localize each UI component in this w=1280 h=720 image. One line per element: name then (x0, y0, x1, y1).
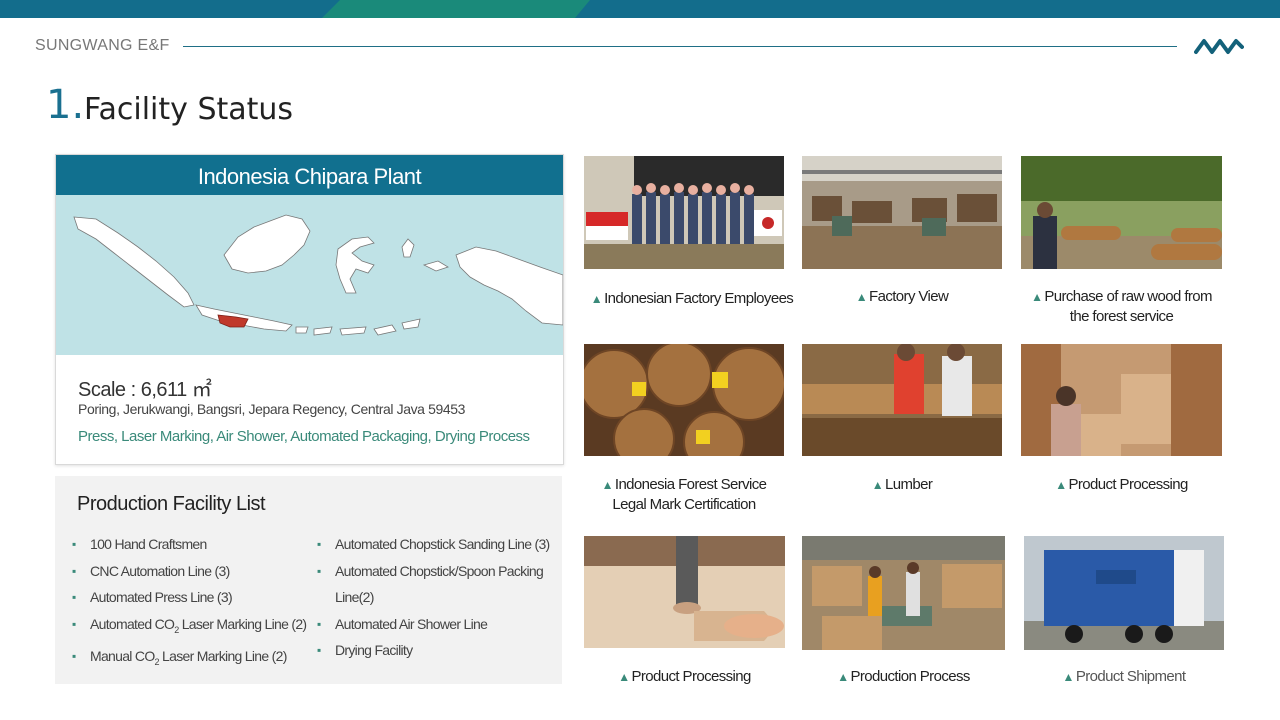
list-item: ▪ Automated Air Shower Line (317, 611, 557, 638)
caption-product-shipment: ▲ Product Shipment (1062, 668, 1187, 685)
list-item: ▪ Automated Chopstick Sanding Line (3) (317, 531, 557, 558)
plant-name: Indonesia Chipara Plant (56, 155, 563, 195)
triangle-icon: ▲ (601, 478, 614, 492)
list-item: ▪ Automated CO2 Laser Marking Line (2) (72, 611, 312, 643)
bullet-icon: ▪ (317, 563, 321, 578)
list-item: ▪ Manual CO2 Laser Marking Line (2) (72, 643, 312, 675)
bullet-icon: ▪ (72, 590, 76, 604)
header-divider (183, 46, 1177, 47)
triangle-icon: ▲ (1062, 670, 1075, 684)
list-item: ▪ CNC Automation Line (3) (72, 558, 312, 585)
photo-factory-employees (584, 156, 784, 269)
section-number: 1. (46, 82, 85, 128)
caption-legal-mark-certification: ▲ Indonesia Forest Service Legal Mark Cer… (601, 476, 767, 513)
photo-product-shipment (1024, 536, 1224, 650)
list-item: ▪ 100 Hand Craftsmen (72, 531, 312, 558)
facility-list-right: ▪ Automated Chopstick Sanding Line (3) ▪ A… (317, 531, 557, 664)
brand-name: SUNGWANG E&F (35, 37, 170, 54)
caption-product-processing-1: ▲ Product Processing (1055, 476, 1188, 493)
page-title: Facility Status (84, 92, 294, 127)
list-item: ▪ Drying Facility (317, 637, 557, 664)
plant-features: Press, Laser Marking, Air Shower, Automa… (78, 428, 530, 445)
photo-product-processing-2 (584, 536, 785, 648)
triangle-icon: ▲ (1031, 290, 1043, 304)
caption-production-process: ▲ Production Process (837, 668, 970, 685)
bullet-icon: ▪ (317, 643, 321, 657)
triangle-icon: ▲ (855, 290, 868, 304)
photo-raw-wood-purchase (1021, 156, 1222, 269)
plant-card: Indonesia Chipara Plant Scale : 6,611 ㎡ … (55, 154, 564, 465)
bullet-icon: ▪ (317, 537, 321, 551)
facility-list-title: Production Facility List (77, 493, 266, 515)
photo-product-processing-1 (1021, 344, 1222, 456)
triangle-icon: ▲ (837, 670, 849, 684)
bullet-icon: ▪ (72, 563, 76, 578)
bullet-icon: ▪ (72, 648, 76, 663)
triangle-icon: ▲ (871, 478, 884, 492)
list-item: ▪ Automated Press Line (3) (72, 584, 312, 611)
indonesia-map (56, 195, 564, 355)
photo-lumber (802, 344, 1002, 456)
photo-production-process (802, 536, 1005, 650)
list-item: ▪ Automated Chopstick/Spoon Packing Line(… (317, 558, 557, 611)
plant-scale: Scale : 6,611 ㎡ (78, 379, 212, 401)
triangle-icon: ▲ (618, 670, 630, 684)
bullet-icon: ▪ (72, 537, 76, 551)
facility-list-panel: Production Facility List ▪ 100 Hand Craft… (55, 476, 562, 684)
caption-factory-employees: ▲ Indonesian Factory Employees (590, 290, 794, 307)
plant-address: Poring, Jerukwangi, Bangsri, Jepara Rege… (78, 401, 465, 417)
caption-lumber: ▲ Lumber (871, 476, 933, 493)
photo-factory-view (802, 156, 1002, 269)
facility-list-left: ▪ 100 Hand Craftsmen ▪ CNC Automation Line… (72, 531, 312, 675)
bullet-icon: ▪ (317, 616, 321, 631)
bullet-icon: ▪ (72, 616, 76, 631)
photo-legal-mark-certification (584, 344, 784, 456)
caption-raw-wood-purchase: ▲ Purchase of raw wood from the forest se… (1031, 288, 1212, 325)
caption-product-processing-2: ▲ Product Processing (618, 668, 751, 685)
triangle-icon: ▲ (590, 292, 603, 306)
company-logo-icon (1194, 39, 1244, 54)
caption-factory-view: ▲ Factory View (855, 288, 949, 305)
triangle-icon: ▲ (1055, 478, 1067, 492)
top-color-band (0, 0, 1280, 18)
